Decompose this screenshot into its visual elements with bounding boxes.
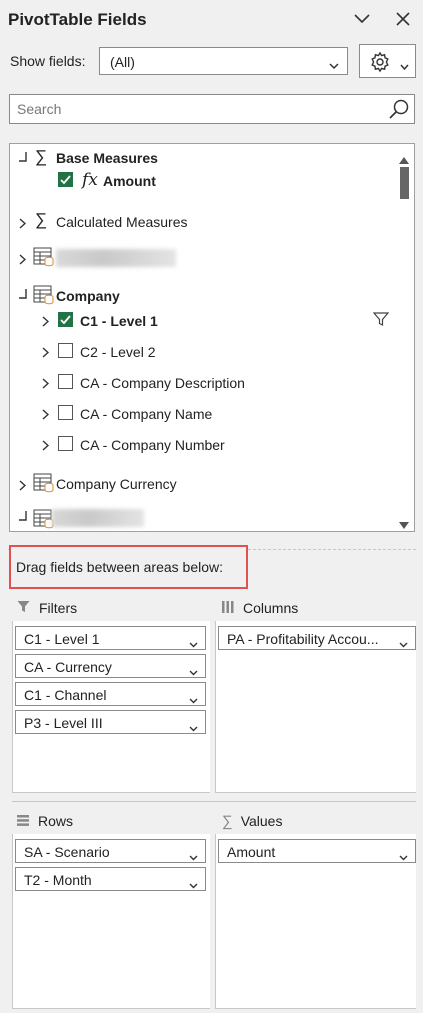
tree-item-label: C1 - Level 1: [80, 313, 158, 329]
tree-item-label: Amount: [103, 173, 156, 189]
search-placeholder: Search: [17, 101, 62, 117]
tree-item-c1-level-1[interactable]: C1 - Level 1: [10, 308, 398, 332]
columns-label: Columns: [243, 600, 299, 616]
expand-icon[interactable]: [19, 478, 27, 494]
show-fields-value: (All): [110, 54, 135, 70]
tree-item-label: Company: [56, 288, 120, 304]
filters-label: Filters: [39, 600, 78, 616]
values-field-pill[interactable]: Amount: [218, 839, 416, 863]
close-icon[interactable]: [392, 8, 414, 30]
filter-icon[interactable]: [372, 311, 390, 330]
expand-icon[interactable]: [19, 216, 27, 232]
expand-icon[interactable]: [42, 314, 50, 330]
redacted-label: [52, 509, 144, 527]
values-area-header: ∑ Values: [222, 810, 282, 832]
rows-icon: [17, 813, 29, 829]
pane-options-chevron-icon[interactable]: [351, 8, 373, 30]
drag-hint-label: Drag fields between areas below:: [9, 545, 248, 589]
tree-item-label: CA - Company Number: [80, 437, 225, 453]
filters-field-pill[interactable]: C1 - Channel: [15, 682, 206, 706]
expand-icon[interactable]: [42, 345, 50, 361]
filter-icon: [17, 600, 30, 616]
pill-label: T2 - Month: [24, 872, 92, 888]
tree-item-label: Calculated Measures: [56, 214, 188, 230]
pill-label: PA - Profitability Accou...: [227, 631, 379, 647]
show-fields-dropdown[interactable]: (All): [99, 47, 348, 75]
collapse-icon[interactable]: [18, 287, 28, 303]
gear-icon: [369, 51, 391, 76]
table-icon: [33, 473, 55, 496]
scroll-down-icon[interactable]: [399, 516, 409, 531]
search-icon[interactable]: [388, 98, 410, 123]
chevron-down-icon[interactable]: [189, 848, 198, 862]
divider: [12, 801, 416, 802]
chevron-down-icon[interactable]: [399, 635, 408, 649]
checkbox[interactable]: [58, 374, 73, 389]
columns-area-header: Columns: [222, 597, 298, 619]
columns-icon: [222, 600, 234, 616]
formula-icon: fx: [82, 170, 98, 190]
sigma-icon: ∑: [35, 210, 48, 229]
expand-icon[interactable]: [42, 438, 50, 454]
rows-label: Rows: [38, 813, 74, 829]
tree-item-label: CA - Company Description: [80, 375, 245, 391]
show-fields-label: Show fields:: [10, 53, 86, 69]
tree-item-label: CA - Company Name: [80, 406, 213, 422]
pill-label: C1 - Channel: [24, 687, 107, 703]
rows-area-header: Rows: [17, 810, 73, 832]
tree-item-label: Company Currency: [56, 476, 177, 492]
filters-field-pill[interactable]: C1 - Level 1: [15, 626, 206, 650]
chevron-down-icon[interactable]: [189, 663, 198, 677]
chevron-down-icon[interactable]: [189, 876, 198, 890]
rows-field-pill[interactable]: SA - Scenario: [15, 839, 206, 863]
chevron-down-icon[interactable]: [399, 848, 408, 862]
rows-field-pill[interactable]: T2 - Month: [15, 867, 206, 891]
collapse-icon[interactable]: [18, 150, 28, 166]
chevron-down-icon[interactable]: [189, 635, 198, 649]
checkbox-checked[interactable]: [58, 172, 73, 187]
collapse-icon[interactable]: [18, 509, 28, 525]
checkbox-checked[interactable]: [58, 312, 73, 327]
sigma-icon: ∑: [222, 812, 233, 830]
columns-field-pill[interactable]: PA - Profitability Accou...: [218, 626, 416, 650]
search-input[interactable]: Search: [9, 94, 415, 124]
values-label: Values: [240, 813, 283, 829]
task-pane-header: PivotTable Fields: [0, 0, 423, 40]
pill-label: SA - Scenario: [24, 844, 110, 860]
panel-title: PivotTable Fields: [8, 10, 147, 29]
pill-label: P3 - Level III: [24, 715, 103, 731]
table-icon: [33, 285, 55, 308]
chevron-down-icon: [329, 57, 339, 73]
filters-field-pill[interactable]: P3 - Level III: [15, 710, 206, 734]
chevron-down-icon: [400, 58, 409, 74]
scroll-thumb[interactable]: [400, 167, 409, 199]
pill-label: C1 - Level 1: [24, 631, 100, 647]
checkbox[interactable]: [58, 343, 73, 358]
checkbox[interactable]: [58, 436, 73, 451]
drag-hint-text: Drag fields between areas below:: [16, 559, 224, 575]
expand-icon[interactable]: [19, 252, 27, 268]
sigma-icon: ∑: [35, 147, 48, 166]
expand-icon[interactable]: [42, 376, 50, 392]
field-list-tree[interactable]: ∑ Base Measures fx Amount ∑ Calculated M…: [9, 143, 415, 532]
tree-item-label: Base Measures: [56, 150, 158, 166]
redacted-label: [56, 249, 176, 267]
filters-field-pill[interactable]: CA - Currency: [15, 654, 206, 678]
chevron-down-icon[interactable]: [189, 691, 198, 705]
tree-item-label: C2 - Level 2: [80, 344, 156, 360]
field-list-settings-button[interactable]: [359, 44, 416, 78]
table-icon: [33, 247, 55, 270]
filters-area-header: Filters: [17, 597, 77, 619]
scroll-up-icon[interactable]: [399, 151, 409, 167]
pill-label: CA - Currency: [24, 659, 112, 675]
pill-label: Amount: [227, 844, 276, 860]
expand-icon[interactable]: [42, 407, 50, 423]
tree-scrollbar[interactable]: [394, 144, 414, 531]
chevron-down-icon[interactable]: [189, 719, 198, 733]
checkbox[interactable]: [58, 405, 73, 420]
